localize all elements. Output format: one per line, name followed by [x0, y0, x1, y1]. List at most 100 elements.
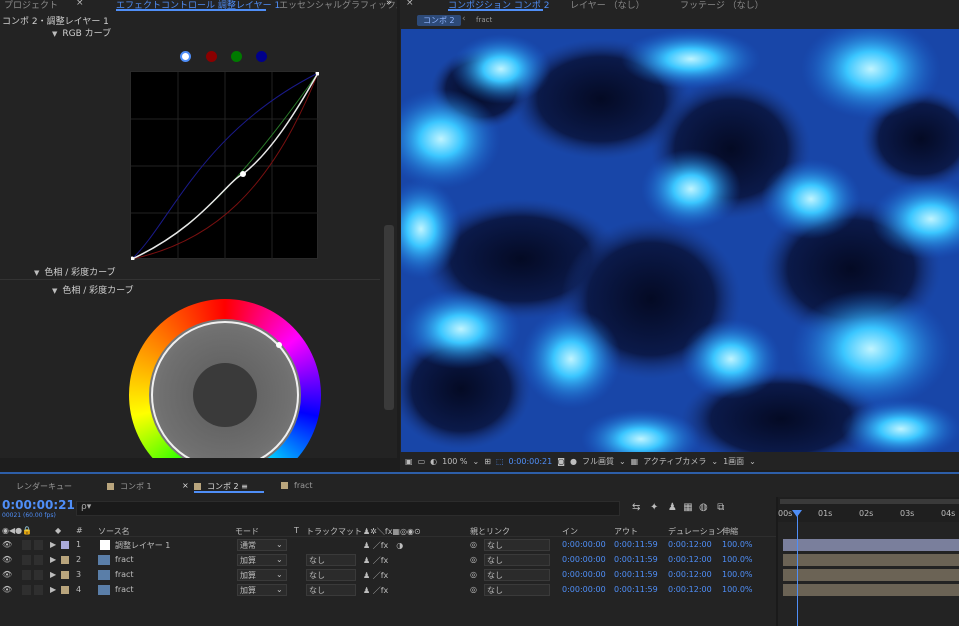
playhead-line[interactable]	[797, 511, 798, 626]
table-row[interactable]: 👁 ▶ 1 調整レイヤー 1 通常 ⌄ ♟ ／fx ◑ ◎ なし 0:00:00…	[0, 538, 776, 552]
resolution-select[interactable]: フル画質	[582, 456, 614, 467]
region-of-interest-icon[interactable]: ⬚	[496, 457, 504, 466]
solo-toggle[interactable]	[22, 555, 31, 565]
layer-label-color[interactable]	[61, 571, 69, 579]
expand-triangle-icon[interactable]: ▶	[50, 570, 56, 579]
timeline-search-input[interactable]: ρ▾	[76, 501, 620, 516]
hue-control-point[interactable]	[276, 342, 282, 348]
shy-icon[interactable]: ♟	[668, 502, 677, 513]
parent-select[interactable]: なし	[484, 569, 550, 581]
eye-icon[interactable]: 👁	[2, 585, 12, 594]
in-point[interactable]: 0:00:00:00	[562, 570, 606, 579]
eye-icon[interactable]: 👁	[2, 540, 12, 549]
out-point[interactable]: 0:00:11:59	[614, 585, 658, 594]
channel-rgb-button[interactable]	[180, 51, 191, 62]
expand-triangle-icon[interactable]: ▼	[52, 287, 57, 295]
breadcrumb-comp[interactable]: コンポ 2	[417, 15, 461, 26]
out-point[interactable]: 0:00:11:59	[614, 540, 658, 549]
grid-icon[interactable]: ⊞	[484, 457, 491, 466]
tab-project[interactable]: プロジェクト	[4, 0, 58, 11]
lock-toggle[interactable]	[34, 540, 43, 550]
layer-bar-3[interactable]	[783, 569, 959, 581]
close-icon[interactable]: ×	[182, 481, 189, 490]
chevron-down-icon[interactable]: ⌄	[749, 457, 756, 466]
layer-switches[interactable]: ♟ ／fx	[363, 555, 388, 566]
duration[interactable]: 0:00:12:00	[668, 555, 712, 564]
table-row[interactable]: 👁 ▶ 3 fract 加算 ⌄ なし ♟ ／fx ◎ なし 0:00:00:0…	[0, 568, 776, 582]
close-icon[interactable]: ×	[406, 0, 414, 8]
layer-label-color[interactable]	[61, 586, 69, 594]
track-matte-select[interactable]: なし	[306, 554, 356, 566]
layer-label-color[interactable]	[61, 556, 69, 564]
eye-icon[interactable]: 👁	[2, 555, 12, 564]
hue-sat-outer-header[interactable]: ▼ 色相 / 彩度カーブ	[34, 265, 116, 278]
chevron-down-icon[interactable]: ⌄	[276, 540, 283, 549]
duration[interactable]: 0:00:12:00	[668, 585, 712, 594]
parent-select[interactable]: なし	[484, 584, 550, 596]
channel-blue-button[interactable]	[256, 51, 267, 62]
chevron-down-icon[interactable]: ⌄	[276, 555, 283, 564]
camera-icon[interactable]: ◙	[557, 457, 565, 466]
tab-footage[interactable]: フッテージ （なし）	[680, 0, 764, 11]
expand-triangle-icon[interactable]: ▼	[52, 30, 57, 38]
hue-sat-inner-header[interactable]: ▼ 色相 / 彩度カーブ	[52, 283, 134, 296]
track-matte-select[interactable]: なし	[306, 584, 356, 596]
solo-toggle[interactable]	[22, 585, 31, 595]
parent-select[interactable]: なし	[484, 539, 550, 551]
expand-triangle-icon[interactable]: ▶	[50, 555, 56, 564]
lock-toggle[interactable]	[34, 570, 43, 580]
layer-name[interactable]: 調整レイヤー 1	[115, 540, 170, 551]
breadcrumb-layer[interactable]: fract	[476, 16, 492, 24]
out-point[interactable]: 0:00:11:59	[614, 555, 658, 564]
header-source-name[interactable]: ソース名	[98, 526, 130, 537]
comp-flow-icon[interactable]: ⇆	[632, 502, 640, 513]
in-point[interactable]: 0:00:00:00	[562, 540, 606, 549]
close-icon[interactable]: ×	[76, 0, 84, 8]
chevron-down-icon[interactable]: ⌄	[276, 585, 283, 594]
layer-switches[interactable]: ♟ ／fx	[363, 585, 388, 596]
display-icon[interactable]: ▭	[418, 457, 426, 466]
channel-red-button[interactable]	[206, 51, 217, 62]
layer-label-color[interactable]	[61, 541, 69, 549]
channel-green-button[interactable]	[231, 51, 242, 62]
layer-bar-4[interactable]	[783, 584, 959, 596]
stretch[interactable]: 100.0%	[722, 540, 753, 549]
lock-toggle[interactable]	[34, 585, 43, 595]
chevron-down-icon[interactable]: ⌄	[473, 457, 480, 466]
layer-bar-2[interactable]	[783, 554, 959, 566]
in-point[interactable]: 0:00:00:00	[562, 585, 606, 594]
pickwhip-icon[interactable]: ◎	[470, 555, 477, 564]
solo-toggle[interactable]	[22, 570, 31, 580]
curve-control-point[interactable]	[240, 171, 246, 177]
parent-select[interactable]: なし	[484, 554, 550, 566]
layer-name[interactable]: fract	[115, 555, 134, 564]
viewer-timecode[interactable]: 0:00:00:21	[509, 457, 553, 466]
monitor-icon[interactable]: ▣	[405, 457, 413, 466]
time-ruler[interactable]: 00s 01s 02s 03s 04s	[778, 497, 959, 522]
tab-render-queue[interactable]: レンダーキュー	[16, 481, 72, 492]
rgb-curve-graph[interactable]	[129, 70, 321, 262]
motion-blur-icon[interactable]: ◍	[699, 502, 708, 513]
out-point[interactable]: 0:00:11:59	[614, 570, 658, 579]
lock-toggle[interactable]	[34, 555, 43, 565]
frame-blend-icon[interactable]: ▦	[683, 502, 692, 513]
composition-render[interactable]	[401, 29, 959, 452]
tab-comp-1[interactable]: コンポ 1	[107, 481, 152, 492]
expand-triangle-icon[interactable]: ▶	[50, 585, 56, 594]
solo-toggle[interactable]	[22, 540, 31, 550]
table-row[interactable]: 👁 ▶ 4 fract 加算 ⌄ なし ♟ ／fx ◎ なし 0:00:00:0…	[0, 583, 776, 597]
chevron-down-icon[interactable]: ⌄	[276, 570, 283, 579]
layer-switches[interactable]: ♟ ／fx ◑	[363, 540, 403, 551]
duration[interactable]: 0:00:12:00	[668, 570, 712, 579]
pickwhip-icon[interactable]: ◎	[470, 570, 477, 579]
layer-bar-1[interactable]	[783, 539, 959, 551]
duration[interactable]: 0:00:12:00	[668, 540, 712, 549]
zoom-select[interactable]: 100 %	[442, 457, 467, 466]
draft-3d-icon[interactable]: ✦	[650, 502, 658, 513]
stretch[interactable]: 100.0%	[722, 570, 753, 579]
tab-layer[interactable]: レイヤー （なし）	[570, 0, 645, 11]
views-select[interactable]: 1画面	[723, 456, 744, 467]
rgb-curves-header[interactable]: ▼ RGB カーブ	[52, 26, 111, 39]
mask-icon[interactable]: ◐	[430, 457, 437, 466]
graph-editor-icon[interactable]: ⧉	[717, 502, 724, 513]
